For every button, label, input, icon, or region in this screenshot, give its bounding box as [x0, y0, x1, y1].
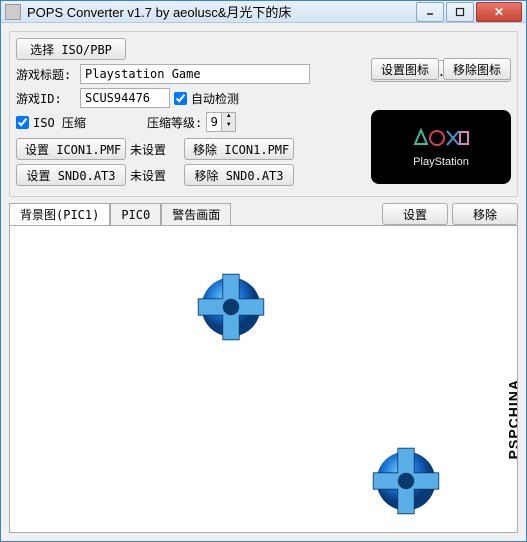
spinner-down-icon[interactable]: ▼ — [221, 122, 235, 131]
compress-level-spinner[interactable]: 9 ▲ ▼ — [206, 112, 236, 132]
autodetect-label: 自动检测 — [191, 90, 239, 107]
app-icon — [5, 4, 21, 20]
snd0-status: 未设置 — [130, 167, 180, 184]
tab-pic1[interactable]: 背景图(PIC1) — [9, 203, 110, 225]
remove-snd0-button[interactable]: 移除 SND0.AT3 — [184, 164, 294, 186]
icon-preview-column: 设置图标 移除图标 PlayStation — [371, 58, 511, 184]
game-id-label: 游戏ID: — [16, 90, 76, 107]
autodetect-checkbox[interactable] — [174, 92, 187, 105]
icon1-status: 未设置 — [130, 141, 180, 158]
compress-level-value: 9 — [207, 113, 221, 131]
watermark-text: PSPCHINA — [505, 379, 518, 459]
app-window: POPS Converter v1.7 by aeolusc&月光下的床 ✕ 选… — [0, 0, 527, 542]
settings-group: 选择 ISO/PBP 游戏标题: DOCUMENT.DAT 生成器 游戏ID: … — [9, 31, 518, 197]
maximize-button[interactable] — [446, 2, 474, 22]
tab-set-button[interactable]: 设置 — [382, 203, 448, 225]
game-id-input[interactable] — [80, 88, 170, 108]
tab-remove-button[interactable]: 移除 — [452, 203, 518, 225]
dpad-icon — [365, 440, 447, 522]
tab-bar: 背景图(PIC1) PIC0 警告画面 设置 移除 — [9, 203, 518, 225]
spinner-up-icon[interactable]: ▲ — [221, 113, 235, 122]
window-controls: ✕ — [416, 2, 522, 22]
minimize-button[interactable] — [416, 2, 444, 22]
set-icon1-button[interactable]: 设置 ICON1.PMF — [16, 138, 126, 160]
window-body: 选择 ISO/PBP 游戏标题: DOCUMENT.DAT 生成器 游戏ID: … — [1, 23, 526, 541]
compress-level-label: 压缩等级: — [147, 114, 202, 131]
close-button[interactable]: ✕ — [476, 2, 522, 22]
dpad-icon — [190, 266, 272, 348]
iso-compress-checkbox[interactable] — [16, 116, 29, 129]
ps-symbols-icon — [413, 126, 469, 150]
tab-warning[interactable]: 警告画面 — [161, 203, 231, 225]
tab-pic0[interactable]: PIC0 — [110, 203, 161, 225]
window-title: POPS Converter v1.7 by aeolusc&月光下的床 — [27, 2, 416, 21]
iso-compress-label: ISO 压缩 — [33, 114, 113, 131]
playstation-label: PlayStation — [413, 156, 469, 168]
remove-icon-button[interactable]: 移除图标 — [443, 58, 511, 80]
set-snd0-button[interactable]: 设置 SND0.AT3 — [16, 164, 126, 186]
game-title-label: 游戏标题: — [16, 66, 76, 83]
playstation-logo: PlayStation — [371, 110, 511, 184]
titlebar: POPS Converter v1.7 by aeolusc&月光下的床 ✕ — [1, 1, 526, 23]
game-title-input[interactable] — [80, 64, 310, 84]
remove-icon1-button[interactable]: 移除 ICON1.PMF — [184, 138, 294, 160]
set-icon-button[interactable]: 设置图标 — [371, 58, 439, 80]
preview-area: PSPCHINA — [9, 225, 518, 533]
select-iso-pbp-button[interactable]: 选择 ISO/PBP — [16, 38, 126, 60]
